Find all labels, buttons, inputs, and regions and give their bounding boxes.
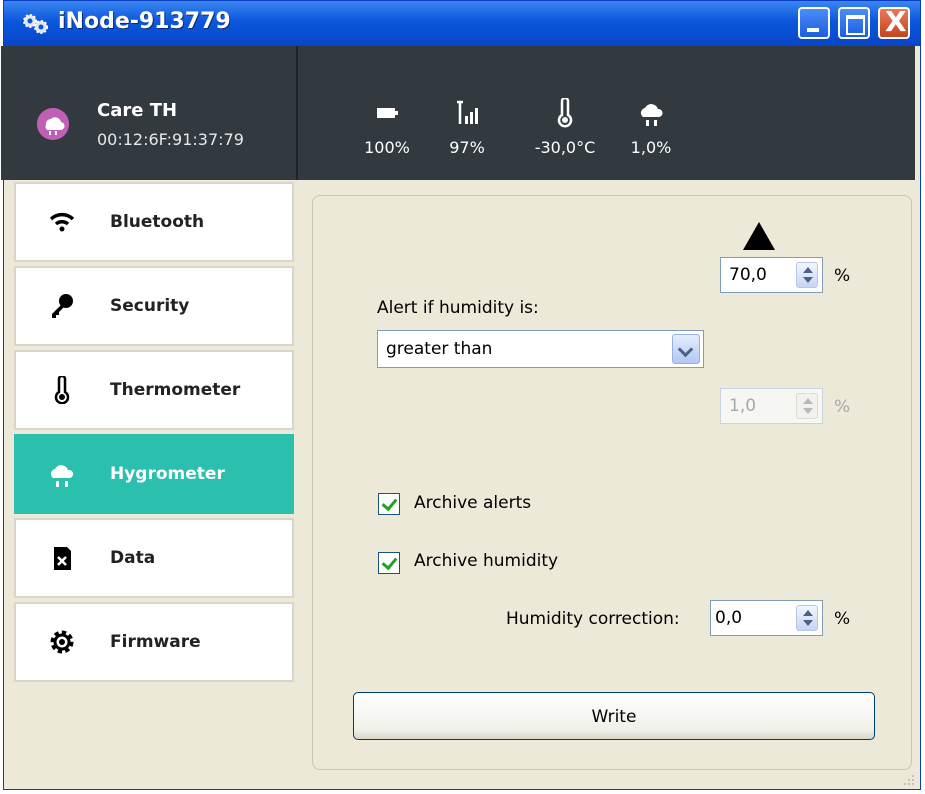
signal-icon (457, 100, 478, 124)
upper-limit-value: 70,0 (729, 265, 767, 285)
close-button[interactable]: X (878, 5, 910, 39)
window-title: iNode-913779 (58, 9, 231, 34)
signal-stat: 97% (439, 98, 495, 157)
upper-limit-unit: % (834, 266, 851, 286)
sidebar-item-firmware[interactable]: Firmware (14, 602, 294, 682)
cloud-rain-icon (50, 465, 74, 487)
sidebar-item-label: Thermometer (110, 380, 241, 400)
temperature-stat: -30,0°C (525, 98, 605, 157)
sidebar-item-security[interactable]: Security (14, 266, 294, 346)
humidity-correction-label: Humidity correction: (506, 609, 680, 629)
alert-condition-label: Alert if humidity is: (377, 298, 539, 318)
archive-humidity-label[interactable]: Archive humidity (414, 551, 558, 571)
humidity-correction-value: 0,0 (715, 608, 743, 628)
archive-humidity-checkbox[interactable] (378, 552, 400, 574)
humidity-stat: 1,0% (623, 98, 679, 157)
alert-condition-dropdown[interactable]: greater than (377, 330, 704, 368)
maximize-button[interactable] (838, 7, 870, 39)
battery-stat: 100% (359, 98, 415, 157)
upper-limit-arrow-icon (743, 222, 775, 250)
wifi-icon (49, 212, 75, 232)
humidity-value: 1,0% (630, 138, 672, 157)
sidebar-item-label: Data (110, 548, 156, 568)
humidity-correction-unit: % (834, 609, 851, 629)
sidebar-item-label: Bluetooth (110, 212, 205, 232)
lower-limit-unit: % (834, 397, 851, 417)
device-cloud-icon (37, 108, 69, 140)
humidity-correction-spinbox[interactable]: 0,0 (710, 600, 823, 636)
battery-value: 100% (364, 138, 410, 157)
temperature-value: -30,0°C (534, 138, 596, 157)
upper-limit-stepper[interactable] (796, 262, 818, 288)
sidebar-item-label: Firmware (110, 632, 201, 652)
battery-icon (377, 108, 398, 118)
resize-grip-icon[interactable] (903, 774, 915, 786)
thermometer-icon (557, 98, 573, 128)
sidebar-item-hygrometer[interactable]: Hygrometer (14, 434, 294, 514)
sd-card-icon (54, 547, 71, 570)
device-status-bar: Care TH 00:12:6F:91:37:79 100% 97% -30,0… (1, 46, 915, 180)
sidebar-item-label: Hygrometer (110, 464, 225, 484)
signal-value: 97% (449, 138, 485, 157)
device-name: Care TH (97, 100, 178, 121)
write-button[interactable]: Write (353, 692, 875, 740)
sidebar-item-thermometer[interactable]: Thermometer (14, 350, 294, 430)
write-button-label: Write (591, 707, 637, 727)
lower-limit-stepper (796, 393, 818, 419)
gear-icon (50, 630, 74, 654)
title-bar[interactable]: iNode-913779 X (4, 1, 920, 46)
sidebar-item-label: Security (110, 296, 190, 316)
gears-icon (23, 14, 48, 34)
sidebar: Bluetooth Security Thermometer Hygromete… (14, 182, 298, 688)
sidebar-item-bluetooth[interactable]: Bluetooth (14, 182, 294, 262)
chevron-down-icon[interactable] (672, 334, 700, 364)
thermometer-icon (54, 376, 70, 404)
status-divider (296, 46, 298, 180)
lower-limit-value: 1,0 (729, 396, 757, 416)
close-icon: X (885, 5, 907, 38)
archive-alerts-checkbox[interactable] (378, 493, 400, 515)
sidebar-item-data[interactable]: Data (14, 518, 294, 598)
key-icon (52, 294, 73, 318)
device-mac-address: 00:12:6F:91:37:79 (97, 130, 244, 149)
upper-limit-spinbox[interactable]: 70,0 (720, 257, 823, 293)
cloud-rain-icon (640, 104, 663, 126)
minimize-button[interactable] (798, 7, 830, 39)
humidity-correction-stepper[interactable] (796, 605, 818, 631)
lower-limit-spinbox: 1,0 (720, 388, 823, 424)
alert-condition-value: greater than (386, 339, 493, 359)
archive-alerts-label[interactable]: Archive alerts (414, 493, 531, 513)
